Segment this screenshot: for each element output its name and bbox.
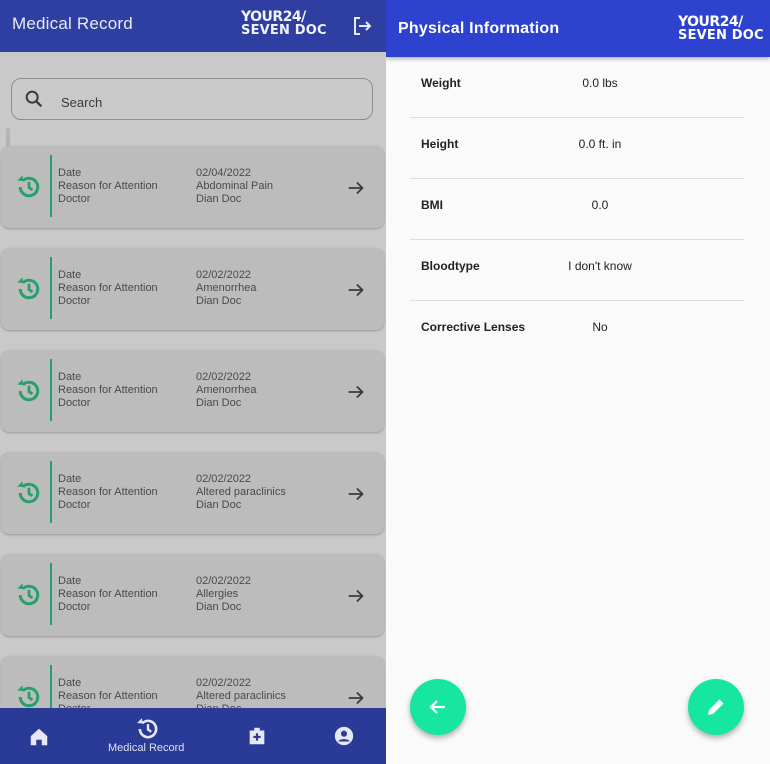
nav-label-medical-record[interactable]: Medical Record xyxy=(108,742,184,754)
doctor-value: Dian Doc xyxy=(196,397,242,409)
history-icon xyxy=(17,277,40,300)
history-icon xyxy=(17,379,40,402)
logo-line-2: SEVEN DOC xyxy=(678,28,764,43)
reason-label: Reason for Attention xyxy=(58,486,158,498)
doctor-label: Doctor xyxy=(58,499,91,511)
doctor-value: Dian Doc xyxy=(196,193,242,205)
medical-record-screen: Medical Record YOUR24/ SEVEN DOC Search … xyxy=(0,0,386,764)
reason-value: Amenorrhea xyxy=(196,384,257,396)
info-value: 0.0 ft. in xyxy=(578,137,622,151)
back-button[interactable] xyxy=(410,679,466,735)
arrow-left-icon xyxy=(429,700,445,714)
reason-value: Altered paraclinics xyxy=(196,486,286,498)
page-title: Physical Information xyxy=(398,20,560,37)
info-label: Bloodtype xyxy=(421,259,480,273)
brand-logo: YOUR24/ SEVEN DOC xyxy=(678,15,764,43)
card-divider xyxy=(50,563,52,625)
reason-value: Amenorrhea xyxy=(196,282,257,294)
account-icon[interactable] xyxy=(333,725,355,747)
doctor-value: Dian Doc xyxy=(196,295,242,307)
search-input[interactable]: Search xyxy=(11,78,373,120)
search-icon xyxy=(25,90,43,108)
info-row: Corrective Lenses No xyxy=(410,301,744,362)
arrow-right-icon[interactable] xyxy=(345,381,367,403)
reason-label: Reason for Attention xyxy=(58,588,158,600)
home-icon[interactable] xyxy=(28,726,50,748)
doctor-value: Dian Doc xyxy=(196,601,242,613)
medical-cross-icon[interactable] xyxy=(246,725,268,747)
doctor-value: Dian Doc xyxy=(196,499,242,511)
history-icon xyxy=(17,175,40,198)
info-value: I don't know xyxy=(568,259,632,273)
info-value: 0.0 lbs xyxy=(582,76,618,90)
bottom-navigation: Medical Record xyxy=(0,708,386,764)
history-icon xyxy=(17,685,40,708)
history-icon[interactable] xyxy=(135,716,161,742)
date-value: 02/02/2022 xyxy=(196,677,252,689)
date-label: Date xyxy=(58,167,82,179)
reason-value: Altered paraclinics xyxy=(196,690,286,702)
arrow-right-icon[interactable] xyxy=(345,483,367,505)
history-icon xyxy=(17,481,40,504)
brand-logo: YOUR24/ SEVEN DOC xyxy=(241,10,327,38)
reason-value: Abdominal Pain xyxy=(196,180,274,192)
logo-line-2: SEVEN DOC xyxy=(241,23,327,38)
date-label: Date xyxy=(58,575,82,587)
reason-label: Reason for Attention xyxy=(58,690,158,702)
app-bar: Physical Information YOUR24/ SEVEN DOC xyxy=(386,0,770,57)
page-title: Medical Record xyxy=(12,14,133,33)
date-value: 02/02/2022 xyxy=(196,473,252,485)
info-label: Corrective Lenses xyxy=(421,320,526,334)
arrow-right-icon[interactable] xyxy=(345,687,367,709)
arrow-right-icon[interactable] xyxy=(345,585,367,607)
card-divider xyxy=(50,155,52,217)
pencil-icon xyxy=(708,699,724,715)
doctor-label: Doctor xyxy=(58,397,91,409)
info-label: Height xyxy=(421,137,459,151)
search-placeholder: Search xyxy=(61,95,103,110)
reason-label: Reason for Attention xyxy=(58,282,158,294)
reason-label: Reason for Attention xyxy=(58,180,158,192)
info-label: BMI xyxy=(421,198,443,212)
doctor-label: Doctor xyxy=(58,193,91,205)
doctor-label: Doctor xyxy=(58,601,91,613)
arrow-right-icon[interactable] xyxy=(345,177,367,199)
info-row: BMI 0.0 xyxy=(410,179,744,240)
date-value: 02/02/2022 xyxy=(196,269,252,281)
arrow-right-icon[interactable] xyxy=(345,279,367,301)
info-row: Bloodtype I don't know xyxy=(410,240,744,301)
reason-label: Reason for Attention xyxy=(58,384,158,396)
card-divider xyxy=(50,461,52,523)
info-label: Weight xyxy=(421,76,461,90)
history-icon xyxy=(17,583,40,606)
record-card[interactable]: DateReason for AttentionDoctor 02/02/2022… xyxy=(1,350,384,432)
record-card[interactable]: Date Reason for Attention Doctor 02/04/2022… xyxy=(1,146,384,228)
date-label: Date xyxy=(58,269,82,281)
doctor-label: Doctor xyxy=(58,295,91,307)
app-bar: Medical Record YOUR24/ SEVEN DOC xyxy=(0,0,386,52)
record-card[interactable]: DateReason for AttentionDoctor 02/02/2022… xyxy=(1,554,384,636)
record-card[interactable]: DateReason for AttentionDoctor 02/02/2022… xyxy=(1,248,384,330)
date-value: 02/02/2022 xyxy=(196,575,252,587)
date-label: Date xyxy=(58,473,82,485)
info-row: Weight 0.0 lbs xyxy=(410,57,744,118)
card-divider xyxy=(50,359,52,421)
physical-information-screen: Physical Information YOUR24/ SEVEN DOC W… xyxy=(386,0,770,764)
logout-icon[interactable] xyxy=(350,14,374,38)
info-row: Height 0.0 ft. in xyxy=(410,118,744,179)
info-value: No xyxy=(592,320,608,334)
card-divider xyxy=(50,257,52,319)
reason-value: Allergies xyxy=(196,588,239,600)
record-card[interactable]: DateReason for AttentionDoctor 02/02/2022… xyxy=(1,452,384,534)
date-value: 02/02/2022 xyxy=(196,371,252,383)
date-label: Date xyxy=(58,371,82,383)
edit-button[interactable] xyxy=(688,679,744,735)
info-value: 0.0 xyxy=(591,198,609,212)
date-label: Date xyxy=(58,677,82,689)
date-value: 02/04/2022 xyxy=(196,167,252,179)
